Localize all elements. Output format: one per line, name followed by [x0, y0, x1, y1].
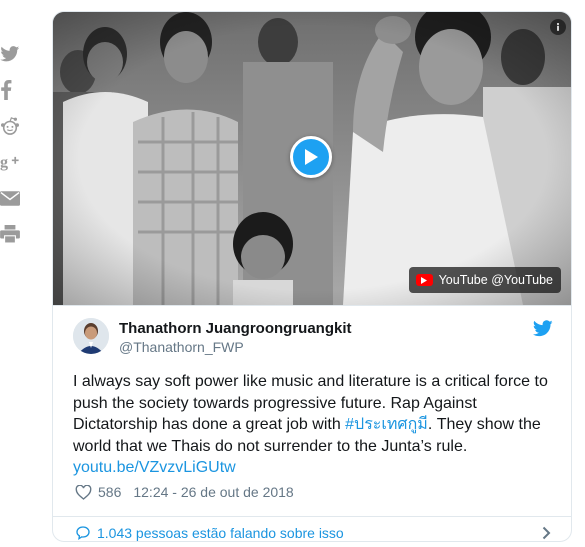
info-icon[interactable]: [550, 19, 566, 35]
conversation-label: 1.043 pessoas estão falando sobre isso: [97, 525, 344, 541]
author-handle[interactable]: @Thanathorn_FWP: [119, 339, 244, 355]
print-icon[interactable]: [0, 222, 22, 246]
tweet-timestamp[interactable]: 12:24 - 26 de out de 2018: [133, 484, 293, 500]
tweet-body: Thanathorn Juangroongruangkit @Thanathor…: [53, 305, 571, 541]
chevron-right-icon: [542, 526, 551, 540]
tweet-author: Thanathorn Juangroongruangkit @Thanathor…: [73, 318, 553, 358]
tweet-url-link[interactable]: youtu.be/VZvzvLiGUtw: [73, 459, 236, 476]
heart-icon: [75, 484, 92, 500]
google-plus-share-icon[interactable]: g: [0, 150, 22, 174]
svg-text:g: g: [0, 154, 8, 171]
author-name[interactable]: Thanathorn Juangroongruangkit: [119, 320, 352, 337]
email-share-icon[interactable]: [0, 186, 22, 210]
tweet-text: I always say soft power like music and l…: [73, 371, 558, 479]
video-thumbnail[interactable]: YouTube @YouTube: [53, 12, 571, 305]
embedded-tweet-card: YouTube @YouTube Thanathorn Juangroongru…: [52, 11, 572, 542]
play-button[interactable]: [290, 136, 332, 178]
comment-icon: [76, 526, 90, 541]
youtube-attribution-badge[interactable]: YouTube @YouTube: [408, 267, 561, 293]
twitter-bird-icon[interactable]: [532, 320, 553, 337]
hashtag-link[interactable]: #ประเทศกูมี: [345, 416, 428, 433]
youtube-logo-icon: [415, 274, 433, 286]
like-button[interactable]: 586: [75, 484, 121, 500]
avatar[interactable]: [73, 318, 109, 354]
play-icon: [305, 149, 318, 165]
facebook-share-icon[interactable]: [0, 78, 22, 102]
tweet-meta: 586 12:24 - 26 de out de 2018: [75, 484, 294, 500]
conversation-link[interactable]: 1.043 pessoas estão falando sobre isso: [75, 525, 344, 541]
conversation-footer[interactable]: 1.043 pessoas estão falando sobre isso: [53, 516, 571, 541]
twitter-share-icon[interactable]: [0, 42, 22, 66]
reddit-share-icon[interactable]: [0, 114, 22, 138]
youtube-badge-label: YouTube @YouTube: [438, 273, 553, 287]
like-count: 586: [98, 484, 122, 500]
